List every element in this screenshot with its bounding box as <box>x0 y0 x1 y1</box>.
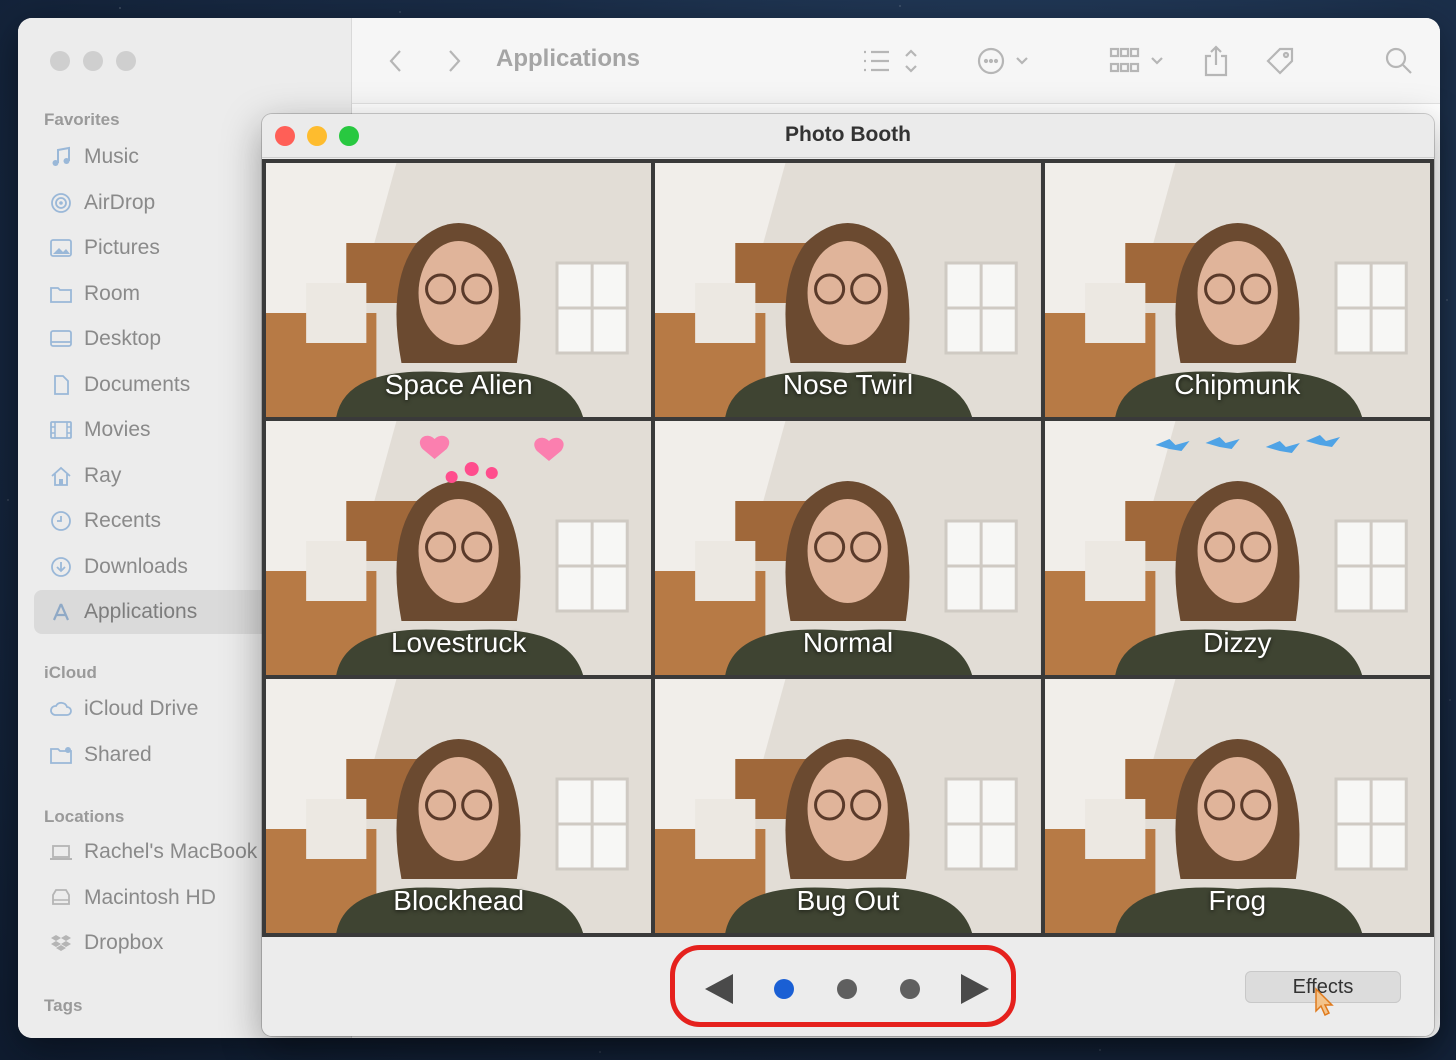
effect-label: Bug Out <box>796 885 900 916</box>
sidebar-item-label: Desktop <box>84 327 162 350</box>
music-note-icon <box>48 145 74 169</box>
grid-group-icon <box>1109 47 1163 73</box>
effect-label: Space Alien <box>384 369 533 400</box>
mouse-pointer-icon <box>1315 987 1334 1017</box>
effect-label: Frog <box>1208 885 1267 916</box>
sidebar-item-label: Dropbox <box>84 931 164 954</box>
effect-dizzy[interactable]: Dizzy <box>1044 421 1430 675</box>
locations-heading: Locations <box>44 807 125 826</box>
shared-folder-icon <box>48 743 74 767</box>
chevron-left-icon <box>389 50 401 72</box>
effect-nose-twirl[interactable]: Nose Twirl <box>655 163 1041 417</box>
next-page-button[interactable] <box>961 974 989 1004</box>
page-dot-3[interactable] <box>900 979 920 999</box>
pictures-icon <box>48 236 74 260</box>
list-view-icon <box>864 49 917 73</box>
effect-lovestruck[interactable]: Lovestruck <box>266 421 652 675</box>
back-button[interactable] <box>388 44 404 78</box>
ellipsis-circle-icon <box>977 47 1028 75</box>
sidebar-item-label: iCloud Drive <box>84 697 199 720</box>
tag-button[interactable] <box>1264 44 1296 78</box>
group-by-button[interactable] <box>1108 44 1168 78</box>
effect-label: Lovestruck <box>390 627 527 658</box>
film-icon <box>48 418 74 442</box>
previous-page-button[interactable] <box>705 974 733 1004</box>
forward-button[interactable] <box>446 44 462 78</box>
tags-heading: Tags <box>44 996 83 1015</box>
page-dot-1[interactable] <box>774 979 794 999</box>
share-button[interactable] <box>1202 44 1230 78</box>
finder-close-button[interactable] <box>50 51 70 71</box>
home-icon <box>48 464 74 488</box>
effect-label: Nose Twirl <box>782 369 914 400</box>
sidebar-item-label: Macintosh HD <box>84 885 216 909</box>
effects-page-navigator <box>670 945 1016 1027</box>
sidebar-item-label: Downloads <box>84 554 188 578</box>
folder-icon <box>48 282 74 306</box>
sidebar-item-label: Ray <box>84 463 122 487</box>
photo-booth-bottom-bar: Effects <box>262 937 1434 1036</box>
finder-minimize-button[interactable] <box>83 51 103 71</box>
search-button[interactable] <box>1384 44 1414 78</box>
sidebar-item-label: Music <box>84 145 139 168</box>
finder-toolbar: Applications <box>352 18 1440 104</box>
sidebar-item-label: Movies <box>84 418 151 441</box>
finder-window-controls <box>50 51 136 71</box>
effects-grid: Space Alien Nose Twirl Chipmunk Lovestruck N… <box>262 159 1434 937</box>
finder-location-title: Applications <box>496 45 641 72</box>
cloud-icon <box>48 697 74 721</box>
page-dot-2[interactable] <box>837 979 857 999</box>
effect-normal[interactable]: Normal <box>655 421 1041 675</box>
effect-label: Blockhead <box>393 885 525 916</box>
sidebar-item-label: AirDrop <box>84 190 156 214</box>
sidebar-item-label: Pictures <box>84 236 160 259</box>
sidebar-item-label: Rachel's MacBook <box>84 840 258 863</box>
effect-chipmunk[interactable]: Chipmunk <box>1044 163 1430 417</box>
laptop-icon <box>48 840 74 864</box>
search-icon <box>1385 47 1412 74</box>
effect-label: Normal <box>802 627 894 658</box>
download-icon <box>48 555 74 579</box>
sidebar-item-label: Shared <box>84 742 152 766</box>
sidebar-item-label: Room <box>84 281 141 305</box>
effect-label: Chipmunk <box>1174 369 1301 400</box>
airdrop-icon <box>48 191 74 215</box>
effect-space-alien[interactable]: Space Alien <box>266 163 652 417</box>
photo-booth-window: Photo Booth Space Alien Nose Twirl Chipmun… <box>262 114 1434 1036</box>
dropbox-icon <box>48 931 74 955</box>
chevron-right-icon <box>449 50 461 72</box>
applications-icon <box>48 600 74 624</box>
effect-frog[interactable]: Frog <box>1044 679 1430 933</box>
action-menu-button[interactable] <box>976 44 1030 78</box>
sidebar-item-label: Documents <box>84 372 191 396</box>
disk-icon <box>48 886 74 910</box>
favorites-heading: Favorites <box>44 110 120 129</box>
tag-icon <box>1266 47 1294 75</box>
effect-label: Dizzy <box>1203 627 1272 658</box>
photo-booth-titlebar: Photo Booth <box>262 114 1434 158</box>
sidebar-item-label: Recents <box>84 509 162 532</box>
icloud-heading: iCloud <box>44 663 97 682</box>
window-title: Photo Booth <box>785 123 911 146</box>
clock-icon <box>48 509 74 533</box>
share-icon <box>1204 45 1228 77</box>
finder-zoom-button[interactable] <box>116 51 136 71</box>
sidebar-item-label: Applications <box>84 600 198 623</box>
desktop-icon <box>48 327 74 351</box>
document-icon <box>48 373 74 397</box>
effect-blockhead[interactable]: Blockhead <box>266 679 652 933</box>
effect-bug-out[interactable]: Bug Out <box>655 679 1041 933</box>
view-options-button[interactable] <box>862 44 920 78</box>
